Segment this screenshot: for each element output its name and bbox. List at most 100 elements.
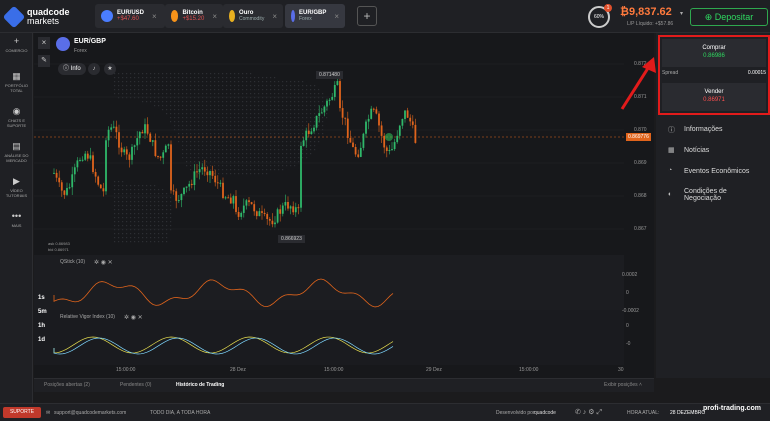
map-dot (266, 85, 268, 87)
close-icon[interactable]: × (38, 37, 50, 49)
map-dot (186, 101, 188, 103)
chevron-down-icon[interactable]: ▾ (680, 10, 683, 17)
price-chart[interactable] (34, 33, 654, 378)
indicator-pane-qstick (34, 255, 624, 310)
deposit-button[interactable]: ⊕ Depositar (690, 8, 768, 26)
balance[interactable]: ₿9,837.62 (620, 6, 672, 18)
close-tab-icon[interactable]: × (212, 12, 217, 21)
pencil-icon[interactable]: ✎ (38, 55, 50, 67)
map-dot (214, 141, 216, 143)
map-dot (238, 165, 240, 167)
sidebar-item-2[interactable]: ◉ CHATS E SUPORTE (0, 107, 33, 129)
buy-button[interactable]: Comprar 0.86986 (662, 39, 766, 67)
menu-item-2[interactable]: ◔ Eventos Econômicos (668, 167, 749, 175)
map-dot (178, 121, 180, 123)
sidebar-item-5[interactable]: ••• MAIS (0, 212, 33, 229)
map-dot (190, 125, 192, 127)
map-dot (146, 225, 148, 227)
candle-body (190, 183, 193, 186)
wallet-icon: ⊕ (704, 12, 715, 22)
bottom-tab-2[interactable]: Histórico de Trading (176, 382, 224, 388)
info-button[interactable]: ⓘ Info (58, 63, 86, 75)
map-dot (218, 133, 220, 135)
map-dot (170, 213, 172, 215)
map-dot (202, 77, 204, 79)
close-tab-icon[interactable]: × (152, 12, 157, 21)
map-dot (134, 213, 136, 215)
map-dot (270, 109, 272, 111)
sidebar-item-3[interactable]: ▤ ANÁLISE DO MERCADO (0, 142, 33, 164)
timeframe-1d[interactable]: 1d (38, 337, 45, 343)
map-dot (270, 149, 272, 151)
sidebar-icon: ▶ (13, 176, 20, 186)
bottom-tab-0[interactable]: Posições abertas (2) (44, 382, 90, 388)
map-dot (226, 169, 228, 171)
map-dot (278, 109, 280, 111)
map-dot (202, 125, 204, 127)
map-dot (258, 117, 260, 119)
support-button[interactable]: SUPORTE (3, 407, 41, 418)
map-dot (222, 77, 224, 79)
map-dot (206, 73, 208, 75)
menu-item-1[interactable]: ▦ Notícias (668, 146, 709, 155)
candle-body (365, 121, 367, 134)
map-dot (274, 77, 276, 79)
tab-eur-gbp[interactable]: EUR/GBP Forex × (285, 4, 345, 28)
bottom-tab-1[interactable]: Pendentes (0) (120, 382, 151, 388)
menu-item-0[interactable]: ⓘ Informações (668, 125, 723, 135)
map-dot (134, 77, 136, 79)
sidebar-item-1[interactable]: ▦ PORTFÓLIO TOTAL (0, 72, 33, 94)
support-email[interactable]: support@quadcodemarkets.com (54, 410, 126, 416)
map-dot (194, 77, 196, 79)
tab-bitcoin[interactable]: Bitcoin +$15.20 × (165, 4, 223, 28)
close-tab-icon[interactable]: × (272, 12, 277, 21)
map-dot (310, 153, 312, 155)
map-dot (254, 149, 256, 151)
map-dot (222, 105, 224, 107)
map-dot (254, 169, 256, 171)
map-dot (138, 81, 140, 83)
timeframe-1s[interactable]: 1s (38, 295, 45, 301)
candle-body (112, 126, 115, 128)
add-tab-button[interactable]: + (357, 6, 377, 26)
candle-body (144, 124, 146, 134)
map-dot (122, 209, 124, 211)
menu-item-3[interactable]: ◐ Condições de Negociação (668, 188, 744, 202)
tab-ouro[interactable]: Ouro Commodity × (223, 4, 283, 28)
bell-icon[interactable]: ♪ (88, 63, 100, 75)
map-dot (166, 77, 168, 79)
sidebar-item-4[interactable]: ▶ VÍDEO TUTORIAIS (0, 176, 33, 199)
sell-button[interactable]: Vender 0.86971 (662, 83, 766, 111)
map-dot (278, 149, 280, 151)
map-dot (154, 93, 156, 95)
map-dot (150, 237, 152, 239)
footer-icons[interactable]: ✆ ♪ ⚙ ⤢ (575, 408, 602, 417)
map-dot (122, 193, 124, 195)
map-dot (322, 101, 324, 103)
tab-eur-usd[interactable]: EUR/USD +$47.60 × (95, 4, 165, 28)
menu-label: Condições de Negociação (684, 188, 727, 202)
show-positions-button[interactable]: Exibir posições ˄ (604, 382, 642, 388)
timeframe-1h[interactable]: 1h (38, 323, 45, 329)
map-dot (302, 157, 304, 159)
map-dot (278, 81, 280, 83)
indicator-controls-icon[interactable]: ✲ ◉ ✕ (124, 314, 143, 321)
map-dot (226, 125, 228, 127)
map-dot (202, 117, 204, 119)
gear-icon[interactable]: ✲ ◉ ✕ (94, 259, 113, 266)
map-dot (230, 73, 232, 75)
map-dot (170, 217, 172, 219)
sidebar-item-0[interactable]: + COMERCIO (0, 37, 33, 54)
star-icon[interactable]: ★ (104, 63, 116, 75)
map-dot (162, 77, 164, 79)
map-dot (130, 205, 132, 207)
chart-area[interactable]: × ✎ EUR/GBP Forex ⓘ Info ♪ ★ ask 0.86983… (34, 33, 654, 378)
brand-logo[interactable]: quadcode markets (2, 5, 70, 29)
timeframe-5m[interactable]: 5m (38, 309, 47, 315)
close-tab-icon[interactable]: × (334, 12, 339, 21)
map-dot (170, 81, 172, 83)
map-dot (126, 77, 128, 79)
map-dot (278, 161, 280, 163)
candle-body (292, 206, 295, 213)
candle-body (128, 154, 131, 160)
